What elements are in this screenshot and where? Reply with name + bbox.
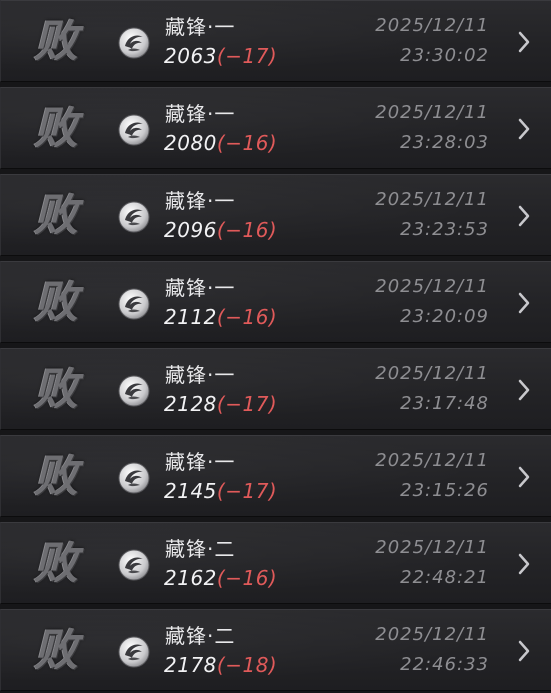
rating-delta: (−17) (216, 392, 278, 416)
opponent-tier-name: 藏锋·一 (165, 102, 236, 126)
rank-emblem-icon (118, 201, 150, 233)
chevron-right-icon[interactable] (517, 291, 531, 315)
rating-delta: (−17) (216, 479, 278, 503)
chevron-right-icon[interactable] (517, 117, 531, 141)
score-line: 2162(−16) (164, 566, 277, 590)
rank-emblem-icon (118, 636, 150, 668)
score-line: 2063(−17) (164, 44, 277, 68)
chevron-right-icon[interactable] (517, 378, 531, 402)
match-record-row[interactable]: 败 藏锋·一 2063(−17) 2025/12/11 23:30:02 (0, 0, 551, 82)
defeat-badge: 败 (34, 364, 78, 415)
score-line: 2128(−17) (164, 392, 277, 416)
match-time: 22:46:33 (400, 654, 489, 675)
rank-emblem-icon (118, 27, 150, 59)
match-time: 22:48:21 (400, 567, 489, 588)
opponent-tier-name: 藏锋·二 (165, 624, 236, 648)
match-date: 2025/12/11 (375, 276, 489, 297)
defeat-badge: 败 (34, 190, 78, 241)
match-date: 2025/12/11 (375, 450, 489, 471)
rating-delta: (−16) (216, 566, 278, 590)
rating-score: 2112 (164, 305, 217, 329)
opponent-tier-name: 藏锋·一 (165, 276, 236, 300)
chevron-right-icon[interactable] (517, 552, 531, 576)
opponent-tier-name: 藏锋·一 (165, 15, 236, 39)
rating-score: 2162 (164, 566, 217, 590)
match-time: 23:17:48 (400, 393, 489, 414)
defeat-badge: 败 (34, 103, 78, 154)
match-record-row[interactable]: 败 藏锋·一 2112(−16) 2025/12/11 23:20:09 (0, 261, 551, 343)
match-record-row[interactable]: 败 藏锋·一 2128(−17) 2025/12/11 23:17:48 (0, 348, 551, 430)
match-date: 2025/12/11 (375, 15, 489, 36)
rating-delta: (−18) (216, 653, 278, 677)
rating-delta: (−16) (216, 131, 278, 155)
rating-score: 2178 (164, 653, 217, 677)
match-date: 2025/12/11 (375, 537, 489, 558)
opponent-tier-name: 藏锋·二 (165, 537, 236, 561)
rank-emblem-icon (118, 462, 150, 494)
rank-emblem-icon (118, 549, 150, 581)
match-record-row[interactable]: 败 藏锋·一 2145(−17) 2025/12/11 23:15:26 (0, 435, 551, 517)
match-record-row[interactable]: 败 藏锋·一 2096(−16) 2025/12/11 23:23:53 (0, 174, 551, 256)
score-line: 2080(−16) (164, 131, 277, 155)
rank-emblem-icon (118, 375, 150, 407)
defeat-badge: 败 (34, 277, 78, 328)
match-record-row[interactable]: 败 藏锋·二 2178(−18) 2025/12/11 22:46:33 (0, 609, 551, 691)
rating-delta: (−16) (216, 218, 278, 242)
match-date: 2025/12/11 (375, 102, 489, 123)
match-time: 23:28:03 (400, 132, 489, 153)
rating-delta: (−16) (216, 305, 278, 329)
opponent-tier-name: 藏锋·一 (165, 189, 236, 213)
match-time: 23:23:53 (400, 219, 489, 240)
score-line: 2178(−18) (164, 653, 277, 677)
match-time: 23:15:26 (400, 480, 489, 501)
match-record-row[interactable]: 败 藏锋·二 2162(−16) 2025/12/11 22:48:21 (0, 522, 551, 604)
rating-score: 2145 (164, 479, 217, 503)
rating-score: 2096 (164, 218, 217, 242)
score-line: 2096(−16) (164, 218, 277, 242)
score-line: 2112(−16) (164, 305, 277, 329)
rank-emblem-icon (118, 288, 150, 320)
opponent-tier-name: 藏锋·一 (165, 363, 236, 387)
match-history-list: 败 藏锋·一 2063(−17) 2025/12/11 23:30:02 败 藏… (0, 0, 551, 693)
match-date: 2025/12/11 (375, 189, 489, 210)
rating-score: 2080 (164, 131, 217, 155)
match-time: 23:30:02 (400, 45, 489, 66)
score-line: 2145(−17) (164, 479, 277, 503)
rank-emblem-icon (118, 114, 150, 146)
chevron-right-icon[interactable] (517, 30, 531, 54)
opponent-tier-name: 藏锋·一 (165, 450, 236, 474)
chevron-right-icon[interactable] (517, 639, 531, 663)
rating-score: 2063 (164, 44, 217, 68)
defeat-badge: 败 (34, 625, 78, 676)
rating-delta: (−17) (216, 44, 278, 68)
defeat-badge: 败 (34, 16, 78, 67)
chevron-right-icon[interactable] (517, 204, 531, 228)
match-time: 23:20:09 (400, 306, 489, 327)
match-date: 2025/12/11 (375, 624, 489, 645)
defeat-badge: 败 (34, 451, 78, 502)
chevron-right-icon[interactable] (517, 465, 531, 489)
match-record-row[interactable]: 败 藏锋·一 2080(−16) 2025/12/11 23:28:03 (0, 87, 551, 169)
match-date: 2025/12/11 (375, 363, 489, 384)
rating-score: 2128 (164, 392, 217, 416)
defeat-badge: 败 (34, 538, 78, 589)
